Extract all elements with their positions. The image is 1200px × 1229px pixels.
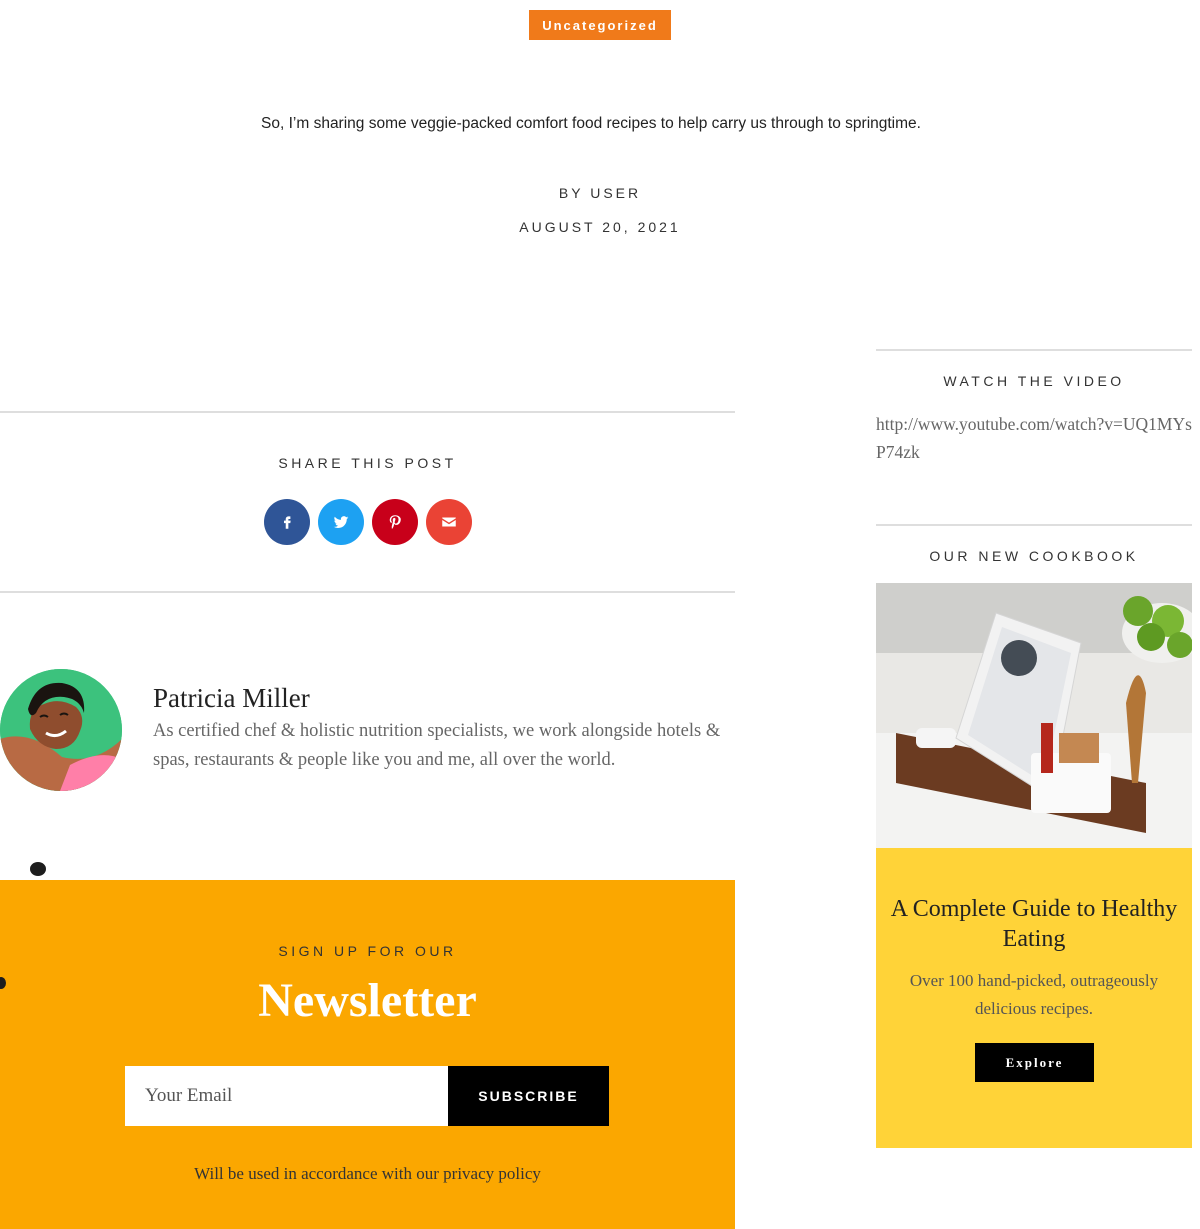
divider xyxy=(0,591,735,593)
category-badge[interactable]: Uncategorized xyxy=(529,10,671,40)
post-excerpt: So, I’m sharing some veggie-packed comfo… xyxy=(261,115,921,132)
newsletter-title: Newsletter xyxy=(258,974,477,1027)
tablet-kitchen-photo xyxy=(876,583,1192,848)
explore-button[interactable]: Explore xyxy=(975,1043,1094,1082)
sidebar-cookbook-title: OUR NEW COOKBOOK xyxy=(929,548,1139,564)
envelope-icon xyxy=(442,517,456,527)
share-title: SHARE THIS POST xyxy=(278,455,457,471)
newsletter-subtitle: SIGN UP FOR OUR xyxy=(278,943,457,959)
cookbook-image xyxy=(876,583,1192,848)
author-photo xyxy=(0,669,122,791)
post-date: AUGUST 20, 2021 xyxy=(519,219,681,235)
post-byline: BY USER xyxy=(558,185,642,201)
sidebar-video-title: WATCH THE VIDEO xyxy=(943,373,1125,389)
facebook-share-button[interactable] xyxy=(264,499,310,545)
decorative-dot xyxy=(30,862,46,876)
divider xyxy=(0,411,735,413)
author-name: Patricia Miller xyxy=(153,683,310,713)
email-input[interactable] xyxy=(125,1066,448,1126)
privacy-note: Will be used in accordance with our priv… xyxy=(194,1164,541,1183)
divider xyxy=(876,524,1192,526)
twitter-icon xyxy=(333,516,349,529)
pinterest-icon xyxy=(389,515,401,529)
cookbook-description: Over 100 hand-picked, outrageously delic… xyxy=(909,971,1159,1018)
facebook-icon xyxy=(284,516,291,529)
cookbook-heading: A Complete Guide to Healthy Eating xyxy=(890,896,1178,952)
author-bio: As certified chef & holistic nutrition s… xyxy=(153,721,721,770)
twitter-share-button[interactable] xyxy=(318,499,364,545)
author-avatar xyxy=(0,669,122,791)
pinterest-share-button[interactable] xyxy=(372,499,418,545)
subscribe-button[interactable]: SUBSCRIBE xyxy=(448,1066,609,1126)
email-share-button[interactable] xyxy=(426,499,472,545)
video-link[interactable]: http://www.youtube.com/watch?v=UQ1MYsP74… xyxy=(876,410,1192,466)
divider xyxy=(876,349,1192,351)
